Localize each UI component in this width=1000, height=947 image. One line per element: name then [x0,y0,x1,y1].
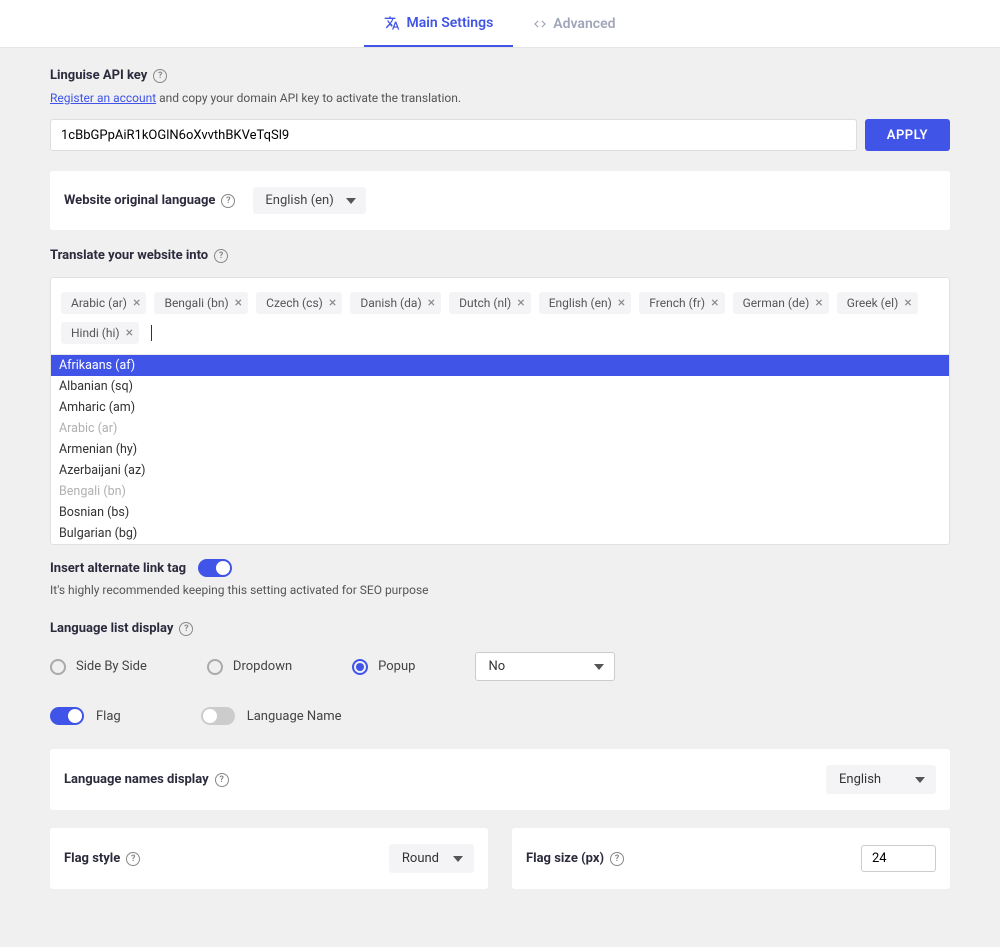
dropdown-option[interactable]: Bosnian (bs) [51,502,949,523]
language-chip: Hindi (hi)× [61,322,139,344]
register-link[interactable]: Register an account [50,91,156,105]
remove-chip-icon[interactable]: × [815,296,822,310]
remove-chip-icon[interactable]: × [618,296,625,310]
tab-advanced-label: Advanced [553,16,615,32]
language-chip: Czech (cs)× [256,292,342,314]
tab-main-label: Main Settings [406,15,493,31]
flag-toggle[interactable] [50,707,84,725]
alternate-link-toggle[interactable] [198,559,232,577]
radio-side-by-side[interactable]: Side By Side [50,659,147,675]
tabs-bar: Main Settings Advanced [0,0,1000,48]
flag-style-panel: Flag style ? Round [50,828,488,889]
selected-chips: Arabic (ar)× Bengali (bn)× Czech (cs)× Dani… [51,278,949,354]
flag-style-label: Flag style [64,851,120,866]
help-icon[interactable]: ? [126,852,140,866]
flag-size-input[interactable] [861,845,936,872]
help-icon[interactable]: ? [610,852,624,866]
translate-icon [384,15,400,31]
radio-popup[interactable]: Popup [352,659,415,675]
dropdown-option[interactable]: Bulgarian (bg) [51,523,949,544]
radio-dropdown[interactable]: Dropdown [207,659,292,675]
language-chip: English (en)× [539,292,632,314]
names-display-panel: Language names display ? English [50,749,950,810]
language-dropdown[interactable]: Afrikaans (af)Albanian (sq)Amharic (am)A… [51,354,949,544]
dropdown-option[interactable]: Azerbaijani (az) [51,460,949,481]
flag-size-panel: Flag size (px) ? [512,828,950,889]
help-icon[interactable]: ? [179,622,193,636]
original-language-select[interactable]: English (en) [253,187,365,214]
remove-chip-icon[interactable]: × [329,296,336,310]
help-icon[interactable]: ? [215,773,229,787]
names-display-select[interactable]: English [826,765,936,794]
dropdown-option[interactable]: Afrikaans (af) [51,355,949,376]
language-chip: Arabic (ar)× [61,292,146,314]
api-help-text: Register an account and copy your domain… [50,91,950,105]
language-multiselect[interactable]: Arabic (ar)×Bengali (bn)×Czech (cs)×Dani… [50,277,950,545]
dropdown-option[interactable]: Amharic (am) [51,397,949,418]
language-name-toggle[interactable] [201,707,235,725]
remove-chip-icon[interactable]: × [428,296,435,310]
original-language-panel: Website original language ? English (en) [50,171,950,230]
language-chip: French (fr)× [639,292,724,314]
flag-style-select[interactable]: Round [389,844,474,873]
alternate-link-label: Insert alternate link tag [50,561,186,576]
translate-into-label: Translate your website into [50,248,208,263]
tab-advanced[interactable]: Advanced [513,0,635,47]
api-key-label: Linguise API key ? [50,68,167,83]
language-chip: German (de)× [733,292,829,314]
remove-chip-icon[interactable]: × [711,296,718,310]
code-icon [533,17,547,31]
alternate-note: It's highly recommended keeping this set… [50,583,950,597]
help-icon[interactable]: ? [214,249,228,263]
original-language-label: Website original language [64,193,215,208]
popup-option-select[interactable]: No [475,652,615,681]
remove-chip-icon[interactable]: × [235,296,242,310]
flag-size-label: Flag size (px) [526,851,604,866]
language-chip: Dutch (nl)× [449,292,531,314]
help-icon[interactable]: ? [153,69,167,83]
dropdown-option: Bengali (bn) [51,481,949,502]
remove-chip-icon[interactable]: × [904,296,911,310]
api-key-input[interactable] [50,119,857,151]
language-name-label: Language Name [247,709,342,724]
dropdown-option[interactable]: Armenian (hy) [51,439,949,460]
dropdown-option: Arabic (ar) [51,418,949,439]
remove-chip-icon[interactable]: × [126,326,133,340]
text-cursor [151,325,152,341]
flag-label: Flag [96,709,121,724]
tab-main-settings[interactable]: Main Settings [364,0,513,47]
language-chip: Danish (da)× [350,292,441,314]
display-label: Language list display [50,621,173,636]
names-display-label: Language names display [64,772,209,787]
language-chip: Greek (el)× [837,292,918,314]
apply-button[interactable]: APPLY [865,119,950,151]
help-icon[interactable]: ? [221,194,235,208]
dropdown-option[interactable]: Albanian (sq) [51,376,949,397]
remove-chip-icon[interactable]: × [517,296,524,310]
remove-chip-icon[interactable]: × [133,296,140,310]
language-chip: Bengali (bn)× [154,292,248,314]
